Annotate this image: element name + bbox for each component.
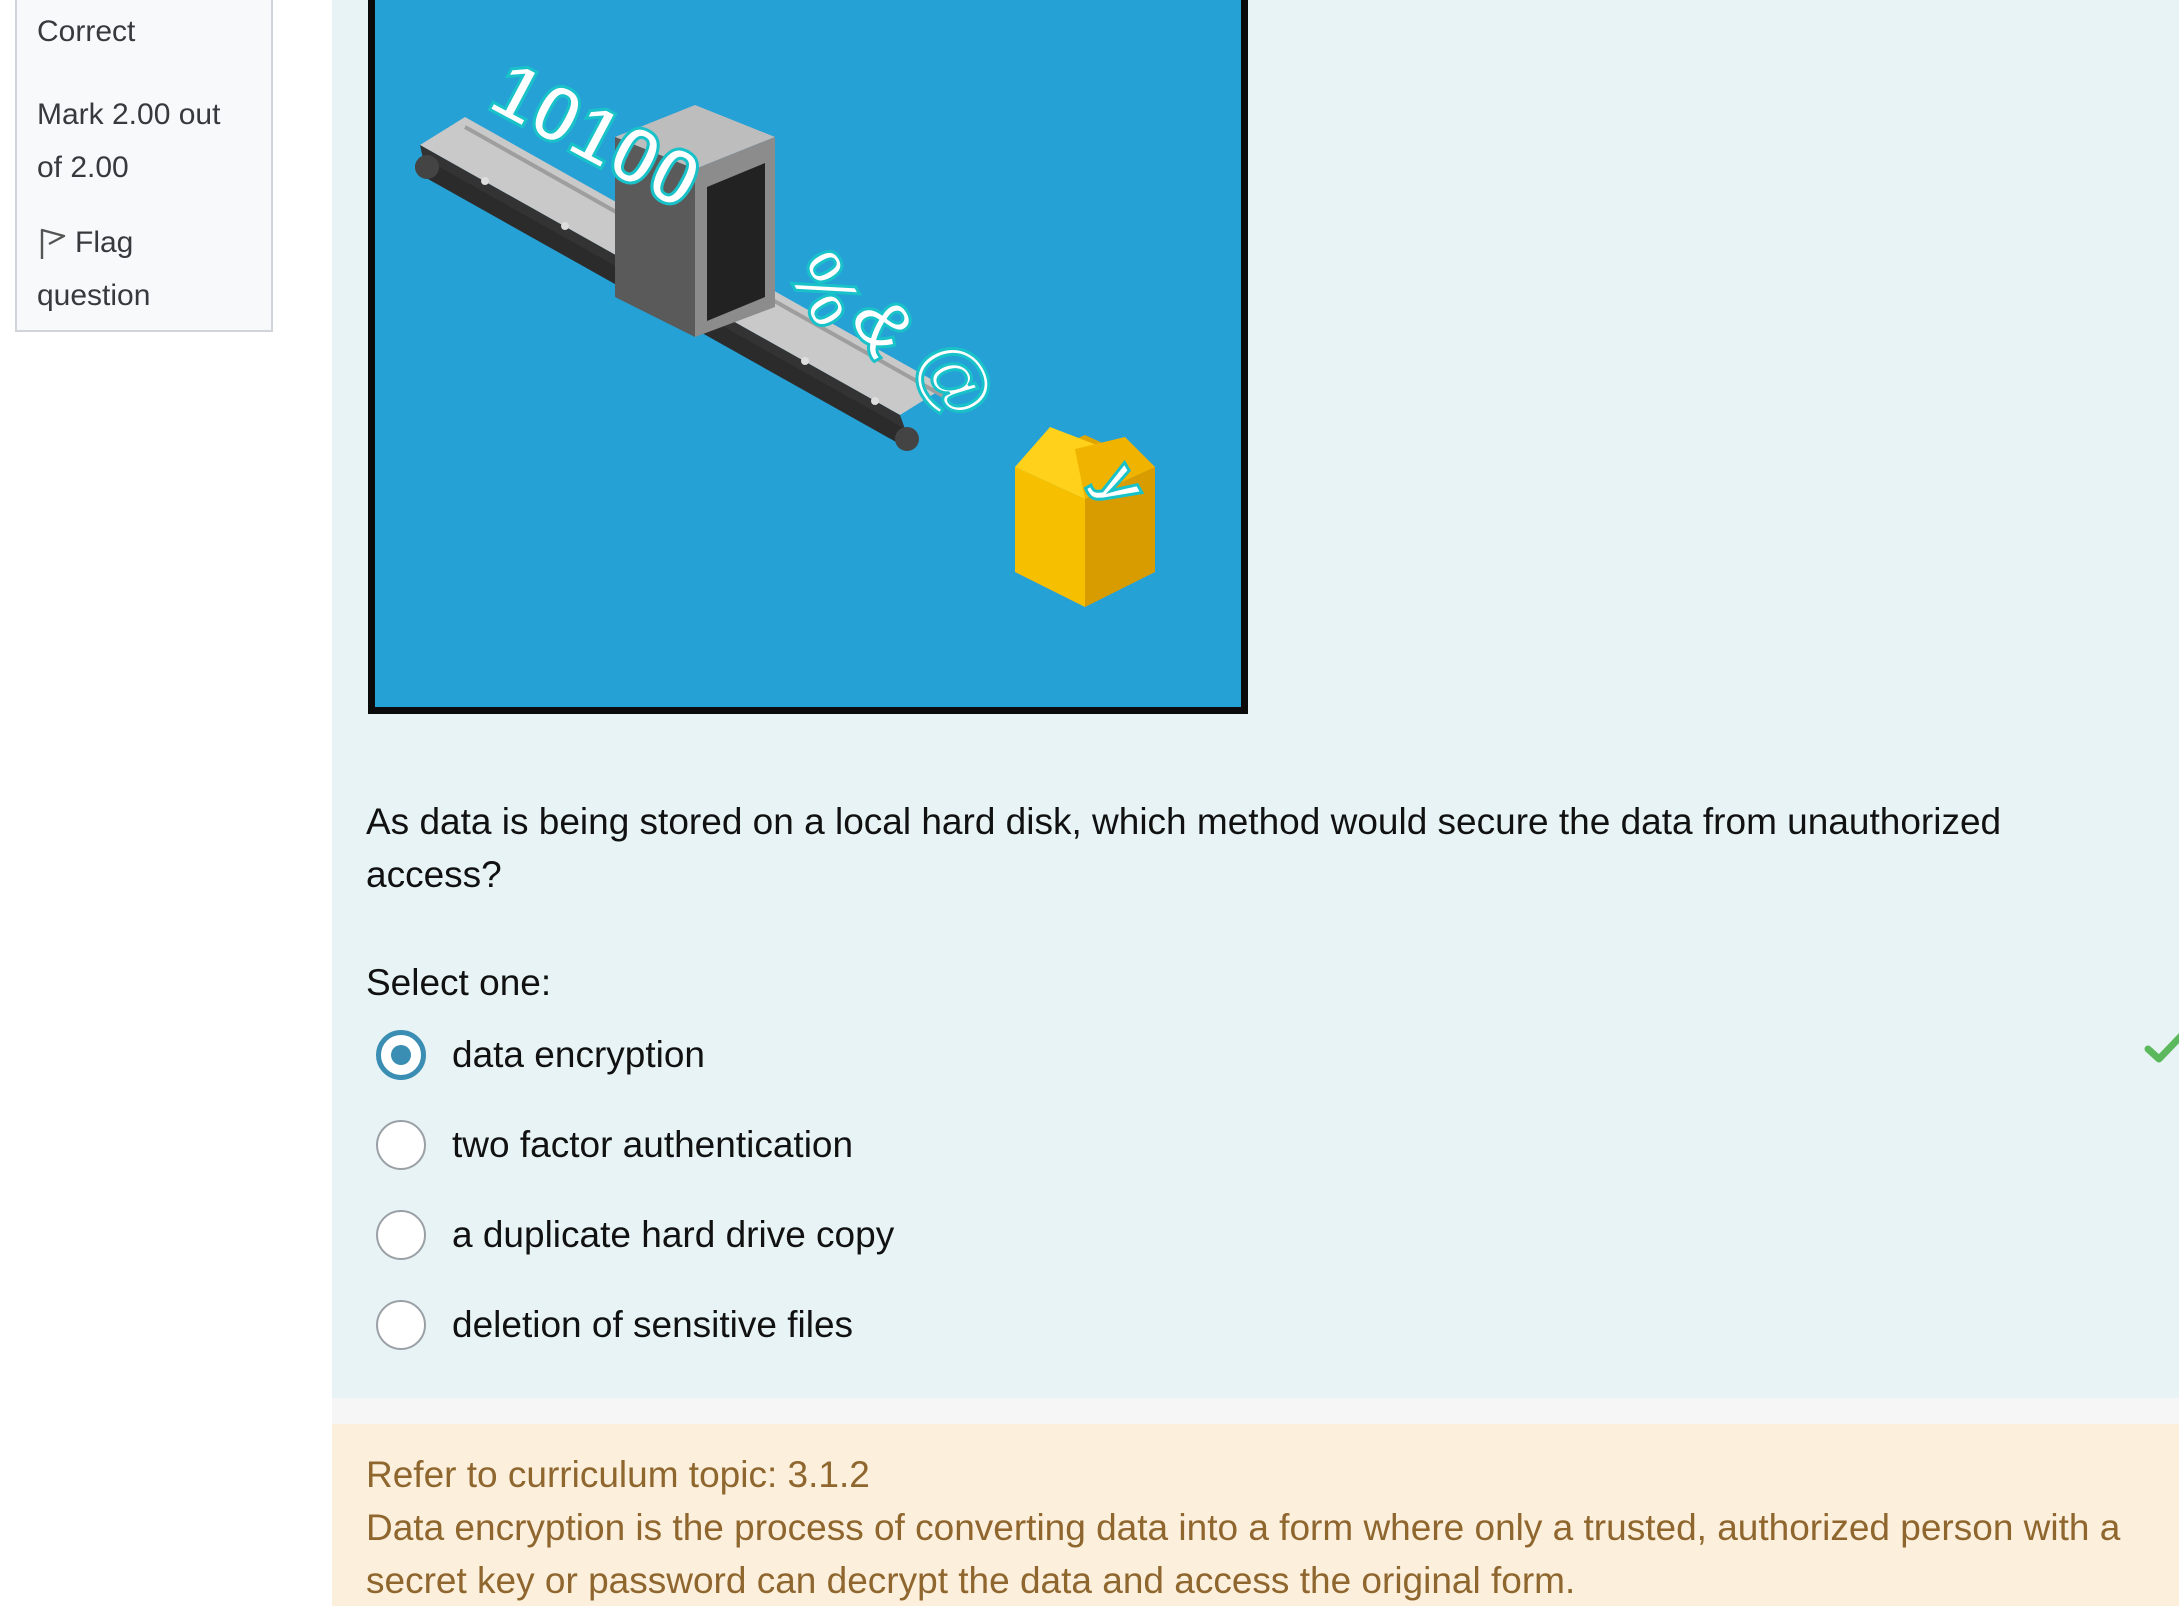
checkmark-icon <box>2144 1033 2179 1063</box>
answer-label[interactable]: two factor authentication <box>452 1116 853 1174</box>
question-formulation: 10100 % & @ y As data is being stored on… <box>332 0 2179 1398</box>
answer-label[interactable]: a duplicate hard drive copy <box>452 1206 894 1264</box>
answer-label[interactable]: deletion of sensitive files <box>452 1296 853 1354</box>
section-divider <box>332 1398 2179 1424</box>
flag-icon <box>40 228 66 259</box>
answer-label[interactable]: data encryption <box>452 1026 705 1084</box>
answer-option[interactable]: two factor authentication <box>376 1116 2156 1206</box>
question-text: As data is being stored on a local hard … <box>366 801 2002 895</box>
answer-option[interactable]: a duplicate hard drive copy <box>376 1206 2156 1296</box>
curriculum-topic: Refer to curriculum topic: 3.1.2 <box>366 1454 870 1495</box>
feedback-explanation: Data encryption is the process of conver… <box>366 1507 2121 1601</box>
illustration-at: @ <box>900 324 1014 434</box>
answer-option[interactable]: deletion of sensitive files <box>376 1296 2156 1386</box>
flag-question-link[interactable]: Flag question <box>37 216 251 322</box>
question-state: Correct <box>37 15 136 48</box>
conveyor-illustration: 10100 % & @ y <box>415 42 1165 607</box>
question-info-panel: Correct Mark 2.00 out of 2.00 Flag quest… <box>15 0 273 332</box>
radio-button[interactable] <box>376 1210 426 1260</box>
select-prompt: Select one: <box>366 962 552 1003</box>
radio-button[interactable] <box>376 1300 426 1350</box>
answer-option[interactable]: data encryption <box>376 1026 2179 1116</box>
radio-button-selected[interactable] <box>376 1030 426 1080</box>
answer-options: data encryption two factor authenticatio… <box>376 1026 2179 1386</box>
general-feedback: Refer to curriculum topic: 3.1.2 Data en… <box>332 1424 2179 1606</box>
radio-button[interactable] <box>376 1120 426 1170</box>
question-illustration: 10100 % & @ y <box>368 0 1248 714</box>
question-grade: Mark 2.00 out of 2.00 <box>37 98 221 184</box>
